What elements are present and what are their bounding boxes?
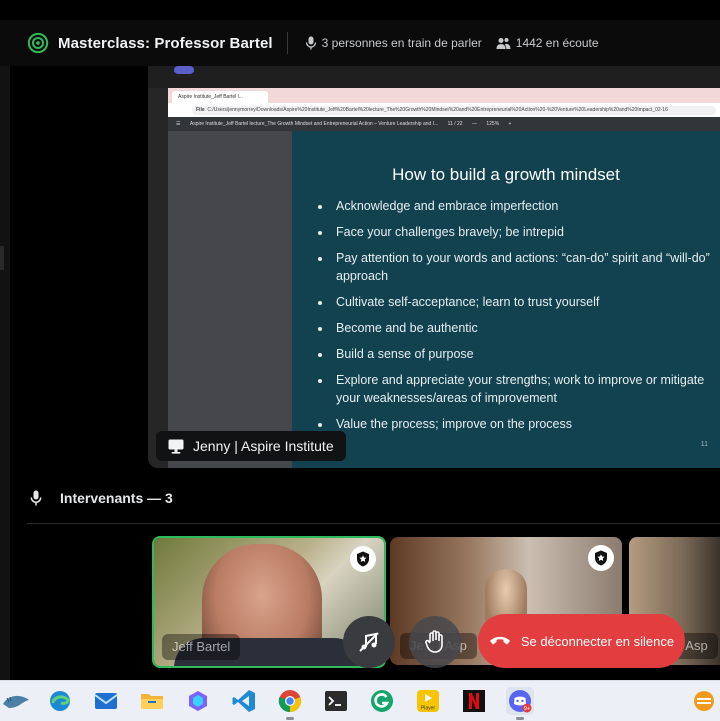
pdf-toolbar: ☰ Aspire Institute_Jeff Bartel lecture_T… bbox=[168, 117, 720, 131]
presenter-name: Jenny | Aspire Institute bbox=[193, 438, 334, 454]
zoom-out-icon: — bbox=[471, 121, 477, 127]
slide-bullet: Value the process; improve on the proces… bbox=[332, 415, 720, 433]
browser-tabs: Aspire Institute_Jeff Bartel l... bbox=[168, 88, 720, 103]
slide-bullet: Face your challenges bravely; be intrepi… bbox=[332, 223, 720, 241]
slide-bullet: Pay attention to your words and actions:… bbox=[332, 249, 720, 285]
pdf-thumbnail-panel bbox=[168, 131, 292, 468]
edge-browser-icon[interactable] bbox=[46, 687, 74, 715]
discord-notification-badge: 9+ bbox=[524, 706, 530, 712]
weather-widget-icon[interactable] bbox=[0, 687, 32, 715]
pdf-page: 11 / 22 bbox=[447, 121, 463, 127]
screen-share-stream[interactable]: Aspire Institute_Jeff Bartel l... File C… bbox=[148, 66, 720, 468]
slide-bullet: Explore and appreciate your strengths; w… bbox=[332, 371, 720, 407]
screen-share-icon bbox=[168, 439, 184, 454]
address-prefix: File bbox=[196, 107, 205, 113]
speaking-status: 3 personnes en train de parler bbox=[305, 36, 482, 50]
player-app-label: Player bbox=[421, 706, 436, 712]
address-url: File C:/Users/jennymorrey/Downloads/Aspi… bbox=[192, 106, 716, 115]
slide-bullet: Become and be authentic bbox=[332, 319, 720, 337]
chrome-icon[interactable] bbox=[276, 687, 304, 720]
netflix-icon[interactable] bbox=[460, 687, 488, 715]
microphone-icon bbox=[30, 490, 42, 506]
copilot-icon[interactable] bbox=[184, 687, 212, 715]
speakers-label: Intervenants — 3 bbox=[60, 490, 173, 506]
browser-tab: Aspire Institute_Jeff Bartel l... bbox=[172, 91, 268, 103]
terminal-icon[interactable] bbox=[322, 687, 350, 715]
presenter-label: Jenny | Aspire Institute bbox=[156, 431, 346, 461]
speaking-status-text: 3 personnes en train de parler bbox=[321, 36, 482, 50]
left-panel-edge bbox=[0, 66, 10, 680]
slide-page-number: 11 bbox=[700, 441, 708, 448]
listener-count-text: 1442 en écoute bbox=[515, 36, 599, 50]
microphone-icon bbox=[305, 36, 316, 50]
speakers-header: Intervenants — 3 bbox=[30, 490, 173, 506]
listener-count: 1442 en écoute bbox=[496, 36, 599, 50]
slide-bullets: Acknowledge and embrace imperfection Fac… bbox=[312, 197, 720, 441]
moderator-badge-icon bbox=[588, 545, 614, 571]
header-divider bbox=[286, 32, 288, 54]
speaker-name: Jeff Bartel bbox=[162, 634, 241, 660]
slide-bullet: Acknowledge and embrace imperfection bbox=[332, 197, 720, 215]
hand-icon bbox=[425, 630, 443, 653]
grammarly-icon[interactable] bbox=[368, 687, 396, 715]
address-text: C:/Users/jennymorrey/Downloads/Aspire%20… bbox=[207, 107, 668, 113]
slide-title: How to build a growth mindset bbox=[392, 165, 620, 184]
mute-audio-button[interactable] bbox=[343, 616, 395, 668]
status-bar bbox=[0, 0, 720, 20]
people-icon bbox=[496, 37, 511, 49]
overflow-app-icon[interactable] bbox=[690, 687, 718, 715]
raise-hand-button[interactable] bbox=[409, 616, 461, 668]
zoom-in-icon: + bbox=[508, 121, 512, 127]
discord-icon[interactable]: 9+ bbox=[506, 687, 534, 720]
stream-indicator bbox=[174, 66, 194, 74]
leave-label: Se déconnecter en silence bbox=[520, 633, 675, 649]
slide-bullet: Cultivate self-acceptance; learn to trus… bbox=[332, 293, 720, 311]
moderator-badge-icon bbox=[350, 546, 376, 572]
address-bar: File C:/Users/jennymorrey/Downloads/Aspi… bbox=[168, 103, 720, 117]
file-explorer-icon[interactable] bbox=[138, 687, 166, 715]
player-app-icon[interactable]: Player bbox=[414, 687, 442, 715]
pdf-title: Aspire Institute_Jeff Bartel lecture_The… bbox=[189, 121, 439, 127]
section-divider bbox=[27, 523, 720, 524]
stream-top-strip bbox=[148, 66, 720, 88]
presentation-slide: How to build a growth mindset Acknowledg… bbox=[292, 131, 720, 468]
stage-title: Masterclass: Professor Bartel bbox=[58, 34, 273, 52]
vscode-icon[interactable] bbox=[230, 687, 258, 715]
hang-up-icon bbox=[489, 636, 510, 645]
stage-header: Masterclass: Professor Bartel 3 personne… bbox=[0, 20, 720, 66]
mail-icon[interactable] bbox=[92, 687, 120, 715]
taskbar: Player 9+ bbox=[0, 680, 720, 721]
leave-quietly-button[interactable]: Se déconnecter en silence bbox=[478, 614, 685, 668]
stage-live-icon bbox=[27, 32, 49, 54]
scroll-marker bbox=[0, 246, 4, 270]
pdf-zoom: 125% bbox=[486, 121, 500, 127]
shared-browser-window: Aspire Institute_Jeff Bartel l... File C… bbox=[168, 88, 720, 468]
music-off-icon bbox=[359, 632, 379, 652]
slide-bullet: Build a sense of purpose bbox=[332, 345, 720, 363]
menu-icon: ☰ bbox=[176, 121, 181, 127]
